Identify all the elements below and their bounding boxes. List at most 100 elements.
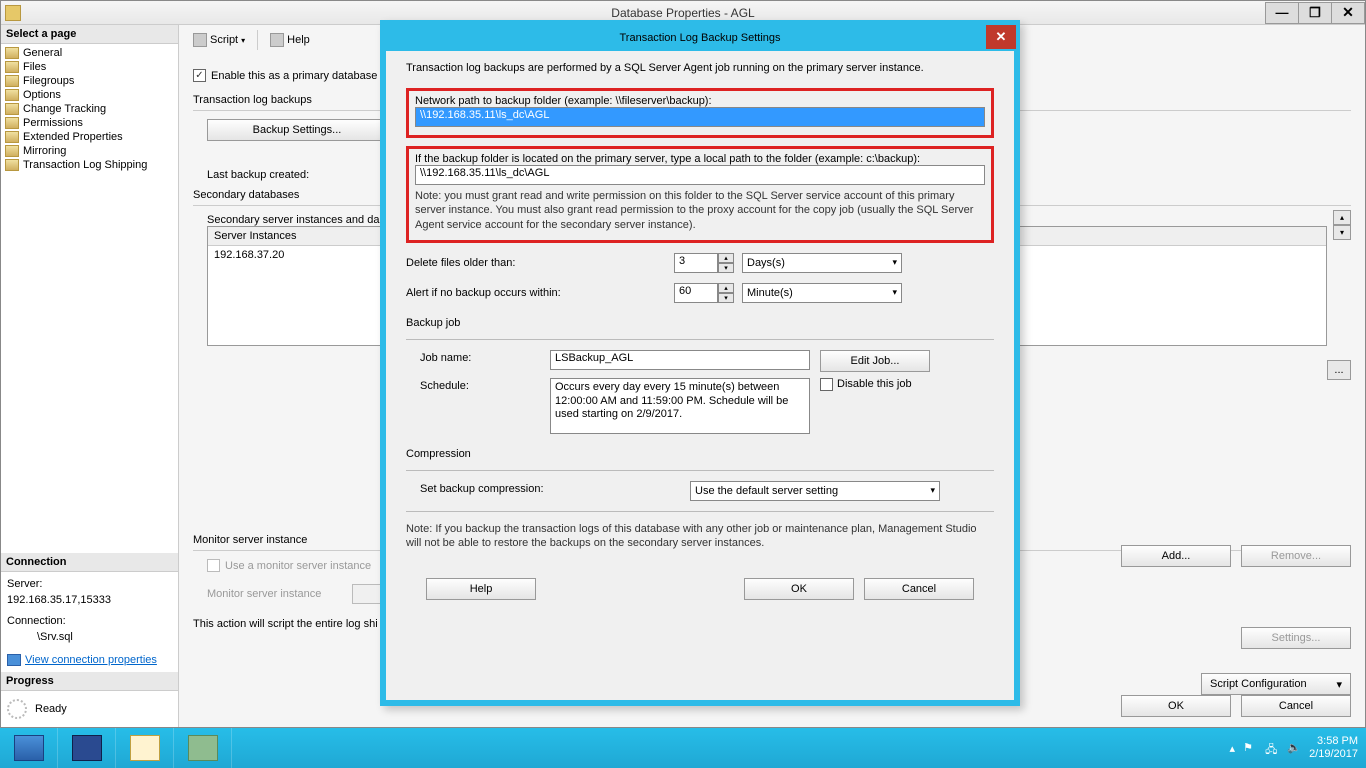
conn-label: Connection: — [7, 613, 172, 630]
local-path-label: If the backup folder is located on the p… — [415, 153, 985, 165]
scroll-buttons[interactable]: ▴▾ — [1333, 210, 1351, 240]
properties-icon — [7, 654, 21, 666]
use-monitor-checkbox[interactable] — [207, 559, 220, 572]
delete-files-label: Delete files older than: — [406, 257, 666, 269]
help-button[interactable]: Help — [266, 31, 314, 49]
progress-spinner-icon — [7, 699, 27, 719]
page-change-tracking[interactable]: Change Tracking — [1, 102, 178, 116]
local-path-input[interactable]: \\192.168.35.11\ls_dc\AGL — [415, 165, 985, 185]
page-extended-properties[interactable]: Extended Properties — [1, 130, 178, 144]
progress-header: Progress — [1, 672, 178, 691]
settings-button[interactable]: Settings... — [1241, 627, 1351, 649]
sound-icon[interactable]: 🔈 — [1287, 741, 1301, 755]
restore-button[interactable]: ❐ — [1298, 2, 1332, 24]
page-icon — [5, 61, 19, 73]
enable-primary-label: Enable this as a primary database — [211, 70, 377, 82]
clock[interactable]: 3:58 PM 2/19/2017 — [1309, 735, 1358, 761]
ellipsis-button[interactable]: ... — [1327, 360, 1351, 380]
network-path-highlight: Network path to backup folder (example: … — [406, 88, 994, 138]
monitor-field-label: Monitor server instance — [207, 588, 347, 600]
start-button[interactable] — [0, 728, 58, 768]
folder-icon — [130, 735, 160, 761]
backup-job-label: Backup job — [406, 317, 994, 329]
local-path-highlight: If the backup folder is located on the p… — [406, 146, 994, 243]
taskbar: ▴ ⚑ 🖧 🔈 3:58 PM 2/19/2017 — [0, 728, 1366, 768]
system-tray: ▴ ⚑ 🖧 🔈 3:58 PM 2/19/2017 — [1230, 735, 1366, 761]
script-button[interactable]: Script▾ — [189, 31, 249, 49]
page-mirroring[interactable]: Mirroring — [1, 144, 178, 158]
enable-primary-checkbox[interactable] — [193, 69, 206, 82]
delete-value-input[interactable]: 3 ▴▾ — [674, 253, 734, 273]
flag-icon[interactable]: ⚑ — [1243, 741, 1257, 755]
taskbar-ssms[interactable] — [174, 728, 232, 768]
server-value: 192.168.35.17,15333 — [7, 592, 172, 609]
cancel-button[interactable]: Cancel — [1241, 695, 1351, 717]
connection-header: Connection — [1, 553, 178, 572]
dialog-cancel-button[interactable]: Cancel — [864, 578, 974, 600]
edit-job-button[interactable]: Edit Job... — [820, 350, 930, 372]
compression-select[interactable]: Use the default server setting — [690, 481, 940, 501]
page-permissions[interactable]: Permissions — [1, 116, 178, 130]
use-monitor-label: Use a monitor server instance — [225, 560, 371, 572]
alert-unit-select[interactable]: Minute(s) — [742, 283, 902, 303]
page-icon — [5, 75, 19, 87]
page-general[interactable]: General — [1, 46, 178, 60]
disable-job-label: Disable this job — [837, 378, 912, 390]
network-icon[interactable]: 🖧 — [1265, 741, 1279, 755]
help-icon — [270, 33, 284, 47]
page-tlog-shipping[interactable]: Transaction Log Shipping — [1, 158, 178, 172]
page-icon — [5, 47, 19, 59]
page-icon — [5, 117, 19, 129]
schedule-text: Occurs every day every 15 minute(s) betw… — [550, 378, 810, 434]
left-panel: Select a page General Files Filegroups O… — [1, 25, 179, 727]
compression-label: Compression — [406, 448, 994, 460]
backup-warning-note: Note: If you backup the transaction logs… — [406, 522, 994, 551]
close-button[interactable]: ✕ — [1331, 2, 1365, 24]
delete-unit-select[interactable]: Days(s) — [742, 253, 902, 273]
server-label: Server: — [7, 576, 172, 593]
dialog-ok-button[interactable]: OK — [744, 578, 854, 600]
view-conn-props-link[interactable]: View connection properties — [7, 652, 172, 669]
minimize-button[interactable]: — — [1265, 2, 1299, 24]
backup-settings-button[interactable]: Backup Settings... — [207, 119, 387, 141]
ok-button[interactable]: OK — [1121, 695, 1231, 717]
remove-button[interactable]: Remove... — [1241, 545, 1351, 567]
page-icon — [5, 103, 19, 115]
conn-value: \Srv.sql — [7, 629, 172, 646]
taskbar-powershell[interactable] — [58, 728, 116, 768]
taskbar-explorer[interactable] — [116, 728, 174, 768]
network-path-label: Network path to backup folder (example: … — [415, 95, 985, 107]
script-icon — [193, 33, 207, 47]
db-icon — [5, 5, 21, 21]
script-config-button[interactable]: Script Configuration▾ — [1201, 673, 1351, 695]
alert-value-input[interactable]: 60 ▴▾ — [674, 283, 734, 303]
tray-chevron-icon[interactable]: ▴ — [1230, 742, 1236, 755]
ssms-icon — [188, 735, 218, 761]
backup-settings-dialog: Transaction Log Backup Settings ✕ Transa… — [380, 20, 1020, 706]
page-icon — [5, 145, 19, 157]
disable-job-checkbox[interactable] — [820, 378, 833, 391]
powershell-icon — [72, 735, 102, 761]
compression-field-label: Set backup compression: — [420, 481, 680, 495]
permissions-note: Note: you must grant read and write perm… — [415, 189, 985, 232]
add-button[interactable]: Add... — [1121, 545, 1231, 567]
select-page-header: Select a page — [1, 25, 178, 44]
page-filegroups[interactable]: Filegroups — [1, 74, 178, 88]
dialog-help-button[interactable]: Help — [426, 578, 536, 600]
dialog-intro: Transaction log backups are performed by… — [406, 62, 994, 74]
page-icon — [5, 131, 19, 143]
page-icon — [5, 89, 19, 101]
page-options[interactable]: Options — [1, 88, 178, 102]
dialog-title: Transaction Log Backup Settings ✕ — [385, 25, 1015, 51]
job-name-input[interactable]: LSBackup_AGL — [550, 350, 810, 370]
window-title: Database Properties - AGL — [611, 6, 754, 20]
page-icon — [5, 159, 19, 171]
network-path-input[interactable]: \\192.168.35.11\ls_dc\AGL — [415, 107, 985, 127]
page-files[interactable]: Files — [1, 60, 178, 74]
start-icon — [14, 735, 44, 761]
progress-status: Ready — [35, 703, 67, 715]
job-name-label: Job name: — [420, 350, 540, 364]
page-list: General Files Filegroups Options Change … — [1, 44, 178, 174]
dialog-close-button[interactable]: ✕ — [986, 25, 1016, 49]
schedule-label: Schedule: — [420, 378, 540, 392]
